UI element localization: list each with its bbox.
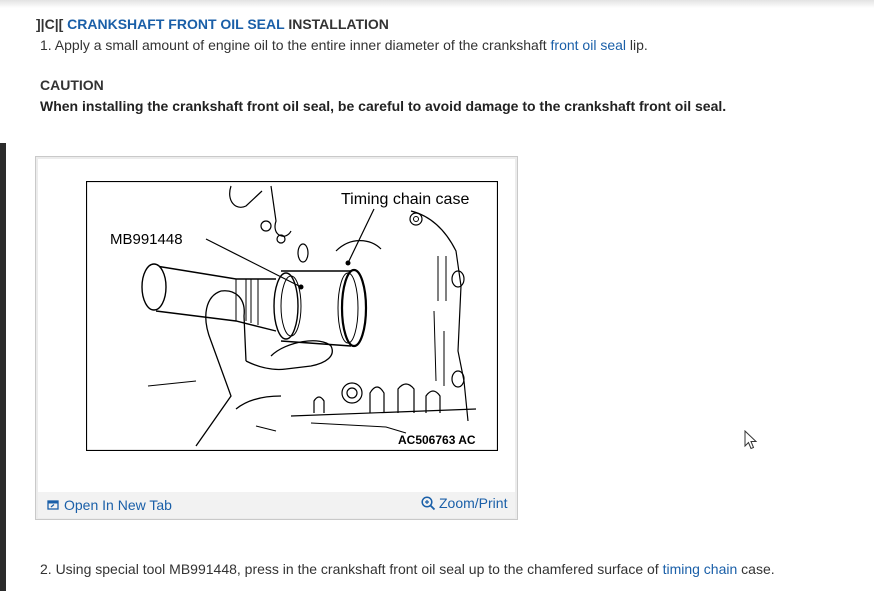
step-1-text: 1. Apply a small amount of engine oil to… [40, 37, 551, 53]
section-title-suffix: INSTALLATION [288, 16, 389, 32]
section-title: ]|C|[ CRANKSHAFT FRONT OIL SEAL INSTALLA… [36, 16, 389, 32]
step-2: 2. Using special tool MB991448, press in… [40, 561, 775, 577]
mouse-cursor-icon [744, 430, 758, 450]
step-1: 1. Apply a small amount of engine oil to… [40, 37, 648, 53]
timing-chain-link[interactable]: timing chain [663, 561, 738, 577]
zoom-print-label: Zoom/Print [439, 495, 508, 511]
open-in-new-tab-label: Open In New Tab [64, 497, 172, 513]
tool-label: MB991448 [110, 231, 183, 248]
zoom-print-button[interactable]: Zoom/Print [421, 495, 507, 511]
section-title-link[interactable]: CRANKSHAFT FRONT OIL SEAL [67, 16, 284, 32]
caution-title: CAUTION [40, 77, 104, 93]
left-edge-bar [0, 143, 6, 591]
open-in-new-tab-button[interactable]: Open In New Tab [47, 497, 172, 513]
step-2-text: 2. Using special tool MB991448, press in… [40, 561, 663, 577]
oil-seal-installation-diagram: MB991448 Timing chain case AC506763 AC [86, 181, 498, 451]
step-1-suffix: lip. [626, 37, 648, 53]
section-prefix: ]|C|[ [36, 16, 64, 32]
figure-code: AC506763 AC [398, 433, 476, 447]
front-oil-seal-link[interactable]: front oil seal [551, 37, 626, 53]
top-shadow [0, 0, 874, 8]
zoom-icon [421, 495, 436, 510]
timing-chain-case-label: Timing chain case [341, 191, 469, 208]
caution-text: When installing the crankshaft front oil… [40, 98, 727, 114]
new-tab-icon [47, 500, 59, 510]
step-2-suffix: case. [737, 561, 775, 577]
